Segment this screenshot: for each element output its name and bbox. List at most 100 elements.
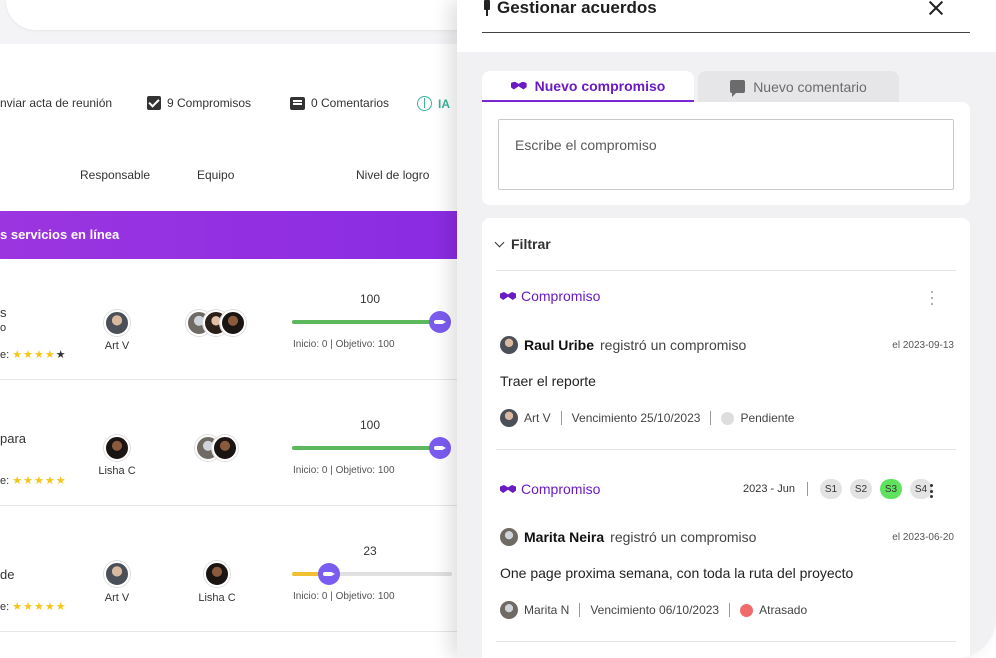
send-minutes-label: nviar acta de reunión xyxy=(0,96,113,110)
rating-prefix: e: xyxy=(0,601,10,613)
activity-date: el 2023-09-13 xyxy=(892,340,954,351)
drawer-title: Gestionar acuerdos xyxy=(497,0,657,17)
progress-caption: Inicio: 0 | Objetivo: 100 xyxy=(293,465,395,476)
progress-fill xyxy=(292,320,440,324)
ai-label: IA xyxy=(438,96,450,111)
comments-counter[interactable]: 0 Comentarios xyxy=(290,96,389,110)
comments-label: 0 Comentarios xyxy=(311,96,390,110)
rating-prefix: e: xyxy=(0,475,10,487)
commitment-type: Compromiso xyxy=(500,481,600,497)
row-2-rating: e: ★★★★★ xyxy=(0,474,67,487)
status-label[interactable]: Atrasado xyxy=(759,603,807,617)
filter-label: Filtrar xyxy=(511,236,551,252)
comment-icon xyxy=(730,80,746,97)
team-member-name: Lisha C xyxy=(198,592,236,604)
commitment-description: One page proxima semana, con toda la rut… xyxy=(500,565,854,581)
group-header[interactable]: s servicios en línea xyxy=(0,211,470,259)
row-3-rating: e: ★★★★★ xyxy=(0,600,67,613)
more-options-icon[interactable] xyxy=(929,484,933,498)
row-1-rating: e: ★★★★★ xyxy=(0,348,66,361)
avatar[interactable] xyxy=(104,435,130,461)
progress-caption: Inicio: 0 | Objetivo: 100 xyxy=(293,339,395,350)
column-header-achievement: Nivel de logro xyxy=(356,168,430,182)
avatar[interactable] xyxy=(104,310,130,336)
status-dot-icon xyxy=(721,411,735,425)
agreements-drawer: Gestionar acuerdos Nuevo compromiso Nuev… xyxy=(457,0,996,658)
avatar xyxy=(500,409,518,427)
week-toggle[interactable]: S3 xyxy=(880,479,902,499)
avatar[interactable] xyxy=(104,561,130,587)
handshake-icon xyxy=(500,291,516,301)
row-1-subtitle: o xyxy=(0,322,7,334)
progress-fill xyxy=(292,446,440,450)
filter-toggle[interactable]: Filtrar xyxy=(494,236,551,252)
handshake-icon xyxy=(500,484,516,494)
author-name: Raul Uribe xyxy=(524,337,595,353)
week-toggle[interactable]: S2 xyxy=(850,479,872,499)
tab-label: Nuevo compromiso xyxy=(534,77,666,94)
header-divider xyxy=(482,32,970,33)
progress-slider[interactable] xyxy=(292,311,451,333)
star-icons-filled: ★★★★ xyxy=(12,349,56,361)
commitments-label: 9 Compromisos xyxy=(167,96,252,110)
slider-handle-icon[interactable] xyxy=(318,563,340,585)
row-1-title: s xyxy=(0,305,7,320)
avatar[interactable] xyxy=(212,435,238,461)
status-label[interactable]: Pendiente xyxy=(740,411,794,425)
column-header-team: Equipo xyxy=(197,168,235,182)
star-icons-filled: ★★★★★ xyxy=(12,475,67,487)
avatar[interactable] xyxy=(220,310,246,336)
more-options-icon[interactable] xyxy=(930,291,934,305)
status-dot-icon xyxy=(740,603,754,617)
author-name: Marita Neira xyxy=(524,529,605,545)
row-3-title: de xyxy=(0,567,15,582)
week-toggle[interactable]: S1 xyxy=(820,479,842,499)
divider xyxy=(496,641,956,642)
divider xyxy=(496,449,956,450)
responsible-name: Lisha C xyxy=(98,465,136,477)
send-minutes-button[interactable]: nviar acta de reunión xyxy=(0,96,112,110)
period-label: 2023 - Jun xyxy=(743,483,795,495)
tab-new-commitment[interactable]: Nuevo compromiso xyxy=(482,71,694,102)
drawer-title-group: Gestionar acuerdos xyxy=(482,0,657,18)
progress-slider[interactable] xyxy=(292,437,451,459)
assignee-name: Marita N xyxy=(524,603,570,617)
commitment-input-card xyxy=(482,102,970,205)
avatar xyxy=(500,528,518,546)
avatar xyxy=(500,601,518,619)
progress-slider[interactable] xyxy=(292,563,452,585)
divider xyxy=(0,631,470,632)
checkbox-icon xyxy=(147,96,161,110)
handshake-icon xyxy=(511,81,527,91)
slider-handle-icon[interactable] xyxy=(429,437,451,459)
divider xyxy=(0,379,470,380)
responsible-name: Art V xyxy=(104,592,130,604)
progress-value: 23 xyxy=(363,544,377,558)
pin-icon[interactable] xyxy=(482,0,492,16)
due-date: Vencimiento 25/10/2023 xyxy=(571,411,701,425)
top-card xyxy=(6,0,470,30)
slider-handle-icon[interactable] xyxy=(429,311,451,333)
tab-new-comment[interactable]: Nuevo comentario xyxy=(698,71,899,102)
divider xyxy=(710,411,712,425)
close-icon[interactable] xyxy=(926,0,946,18)
progress-caption: Inicio: 0 | Objetivo: 100 xyxy=(293,591,395,602)
group-title: s servicios en línea xyxy=(0,227,120,242)
tab-label: Nuevo comentario xyxy=(753,78,867,95)
meeting-panel xyxy=(0,44,470,658)
divider xyxy=(807,482,808,496)
commitment-description: Traer el reporte xyxy=(500,373,596,389)
rating-prefix: e: xyxy=(0,349,10,361)
avatar[interactable] xyxy=(204,561,230,587)
commitment-input[interactable] xyxy=(498,119,954,190)
activity-line: Raul Uribe registró un compromiso xyxy=(500,336,746,354)
activity-text: registró un compromiso xyxy=(610,529,757,545)
star-icons-filled: ★★★★★ xyxy=(12,601,67,613)
commitment-type-label: Compromiso xyxy=(521,288,601,304)
commitment-meta: Marita N Vencimiento 06/10/2023 Atrasado xyxy=(500,601,807,619)
commitments-counter[interactable]: 9 Compromisos xyxy=(147,96,251,110)
divider xyxy=(579,603,581,617)
ai-button[interactable]: IA xyxy=(417,96,450,111)
divider xyxy=(0,505,470,506)
commitment-type: Compromiso xyxy=(500,288,600,304)
